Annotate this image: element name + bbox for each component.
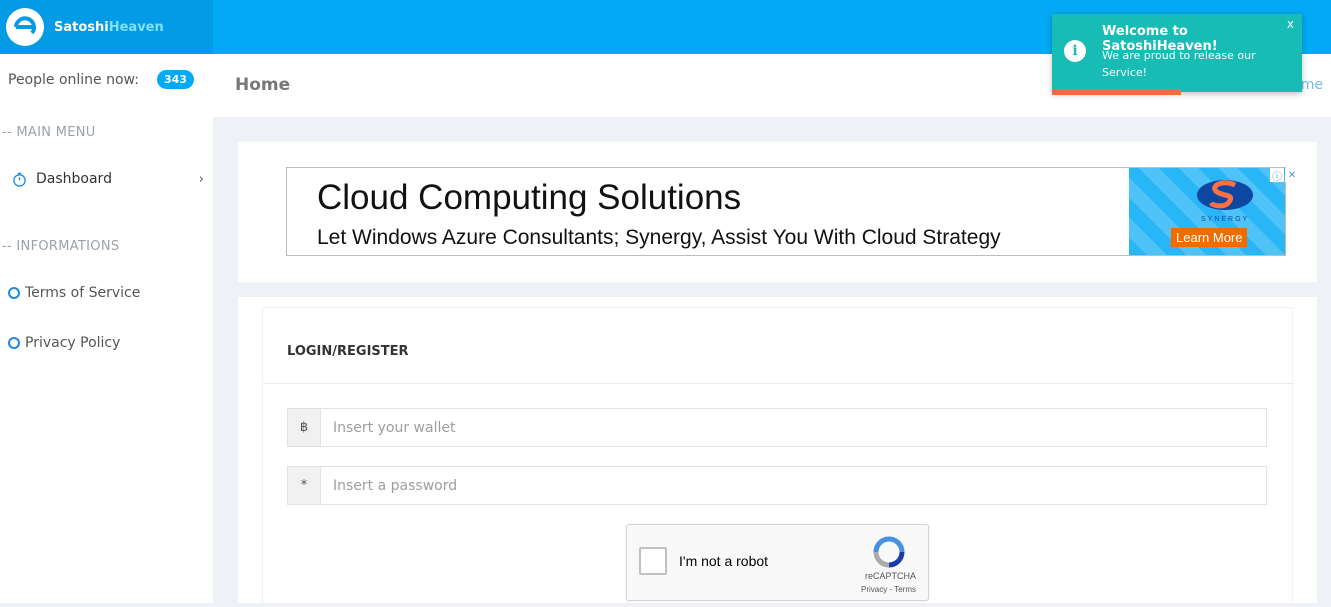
ad-title[interactable]: Cloud Computing Solutions xyxy=(317,178,741,218)
breadcrumb[interactable]: me xyxy=(1301,77,1323,93)
login-card: LOGIN/REGISTER ฿ * I'm not a robot reCAP… xyxy=(262,307,1294,607)
asterisk-icon: * xyxy=(288,467,321,504)
brand-name-part2: Heaven xyxy=(108,19,164,35)
circle-icon xyxy=(8,337,20,349)
sidebar-item-label: Dashboard xyxy=(36,171,112,187)
password-field: * xyxy=(287,466,1267,505)
ad-brand: SYNERGY xyxy=(1201,216,1250,223)
main-menu-heading: -- MAIN MENU xyxy=(2,125,96,140)
password-input[interactable] xyxy=(321,467,1266,504)
recaptcha-checkbox[interactable] xyxy=(639,547,667,575)
ad-panel: Cloud Computing Solutions Let Windows Az… xyxy=(238,142,1317,282)
online-count-badge: 343 xyxy=(156,70,194,89)
online-counter: People online now: 343 xyxy=(8,70,194,89)
sidebar-item-label: Privacy Policy xyxy=(25,335,121,351)
chevron-right-icon: › xyxy=(198,171,204,187)
recaptcha-brand: reCAPTCHA xyxy=(864,571,916,581)
synergy-logo-icon xyxy=(1197,180,1253,210)
sidebar-item-dashboard[interactable]: Dashboard › xyxy=(8,171,204,187)
wallet-input[interactable] xyxy=(321,409,1266,446)
recaptcha-icon xyxy=(873,536,905,568)
toast-progress-bar xyxy=(1052,89,1181,95)
ad-controls: ⓘ ✕ xyxy=(1269,168,1299,183)
dashboard-icon xyxy=(12,172,27,187)
online-label: People online now: xyxy=(8,71,139,88)
sidebar-item-privacy[interactable]: Privacy Policy xyxy=(8,335,204,351)
wallet-field: ฿ xyxy=(287,408,1267,447)
divider xyxy=(263,383,1294,384)
toast-message: We are proud to release our Service! xyxy=(1102,49,1256,79)
recaptcha-links[interactable]: Privacy - Terms xyxy=(861,585,916,594)
informations-heading: -- INFORMATIONS xyxy=(2,239,120,254)
ad-close-icon[interactable]: ✕ xyxy=(1285,168,1299,182)
sidebar: People online now: 343 -- MAIN MENU Dash… xyxy=(0,54,213,603)
login-panel: LOGIN/REGISTER ฿ * I'm not a robot reCAP… xyxy=(238,297,1317,607)
close-icon[interactable]: x xyxy=(1287,17,1294,31)
recaptcha-widget: I'm not a robot reCAPTCHA Privacy - Term… xyxy=(626,524,929,601)
brand-name: SatoshiHeaven xyxy=(54,20,164,35)
ad-subtitle[interactable]: Let Windows Azure Consultants; Synergy, … xyxy=(317,226,1001,250)
bitcoin-icon: ฿ xyxy=(288,409,321,446)
brand-name-part1: Satoshi xyxy=(54,19,109,35)
adchoices-info-icon[interactable]: ⓘ xyxy=(1270,168,1284,183)
login-heading: LOGIN/REGISTER xyxy=(287,344,409,359)
circle-icon xyxy=(8,287,20,299)
advertisement[interactable]: Cloud Computing Solutions Let Windows Az… xyxy=(286,167,1286,256)
sidebar-item-label: Terms of Service xyxy=(25,285,141,301)
recaptcha-label: I'm not a robot xyxy=(679,553,769,569)
ad-image[interactable]: SYNERGY Learn More xyxy=(1129,168,1285,255)
logo-icon xyxy=(6,8,44,46)
sidebar-item-terms[interactable]: Terms of Service xyxy=(8,285,204,301)
info-icon: i xyxy=(1064,40,1086,62)
welcome-toast[interactable]: i Welcome to SatoshiHeaven! We are proud… xyxy=(1052,14,1302,92)
learn-more-button[interactable]: Learn More xyxy=(1171,228,1248,247)
brand[interactable]: SatoshiHeaven xyxy=(0,0,213,54)
page-title: Home xyxy=(235,75,291,95)
